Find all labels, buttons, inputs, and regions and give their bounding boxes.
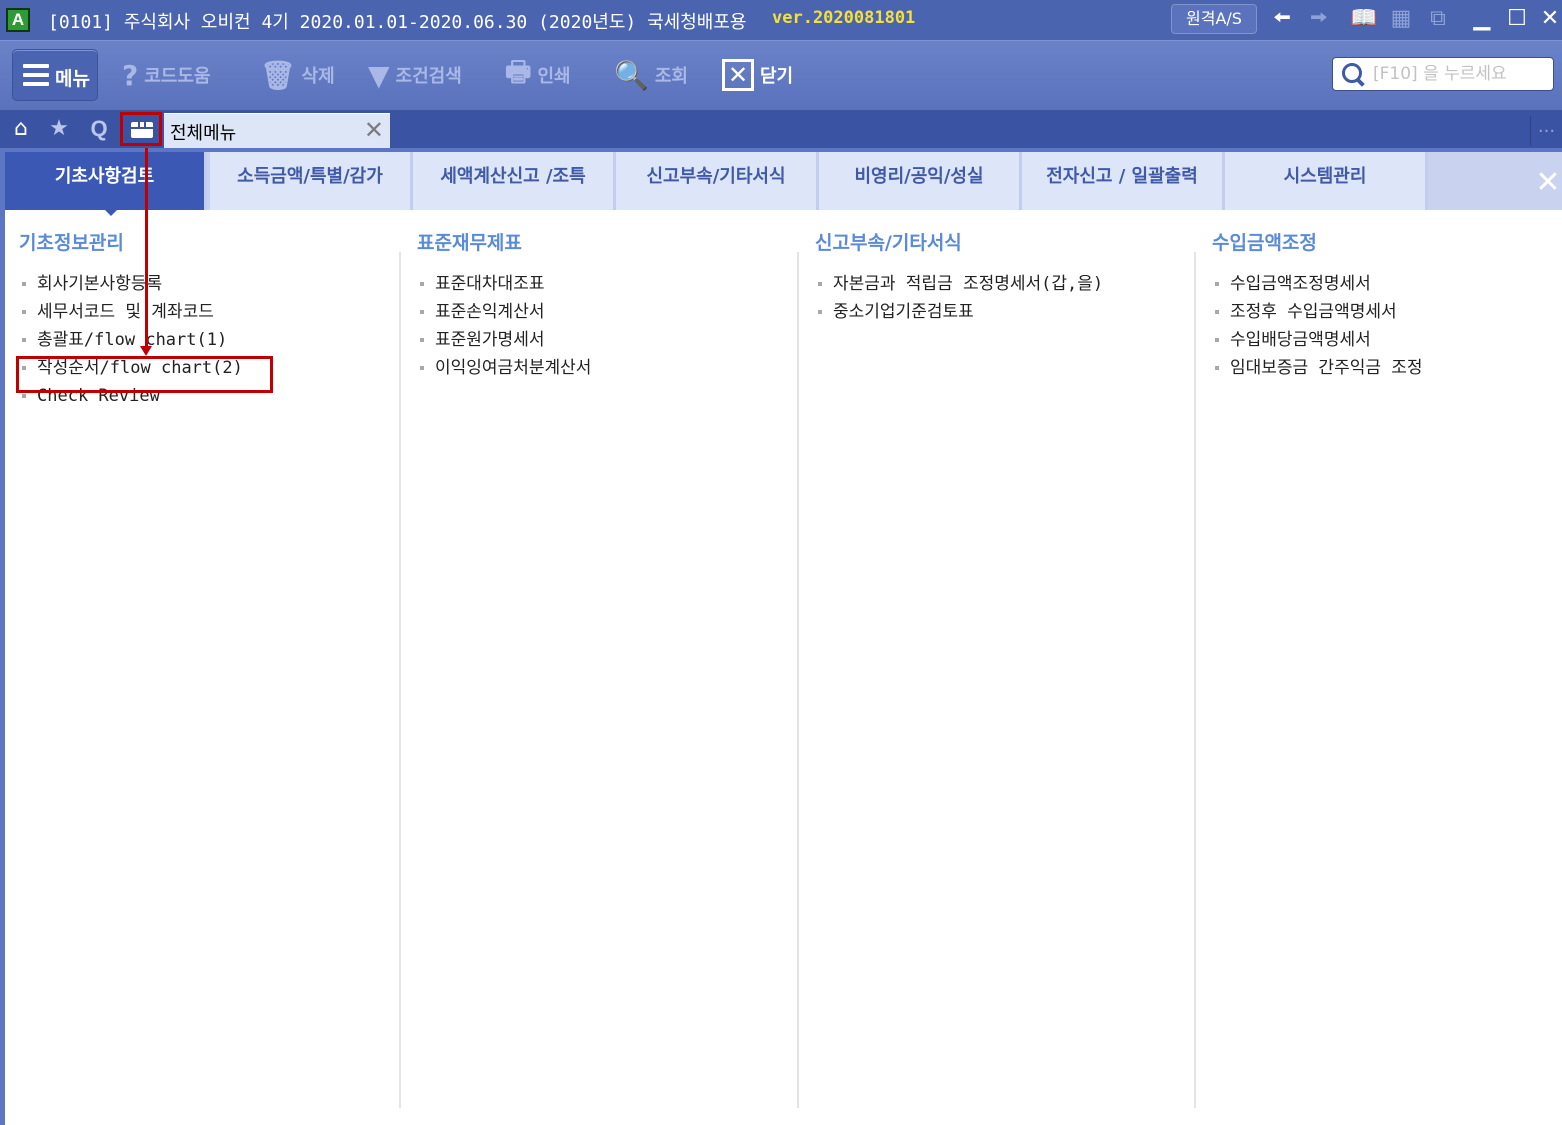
annotation-arrow-head <box>140 346 152 356</box>
forward-arrow-icon[interactable]: 🠪 <box>1305 6 1333 34</box>
menu-panel: 기초사항검토 소득금액/특별/감가 세액계산신고 /조특 신고부속/기타서식 비… <box>0 148 1562 1125</box>
maximize-icon[interactable]: ☐ <box>1503 6 1531 34</box>
menu-item-capital-adjustment[interactable]: 자본금과 적립금 조정명세서(갑,을) <box>815 270 1195 298</box>
category-tab-attachments[interactable]: 신고부속/기타서식 <box>616 152 819 210</box>
toolbar: 메뉴 ? 코드도움 🗑 삭제 ▼ 조건검색 🖶 인쇄 🔍 조회 ✕ 닫기 <box>0 40 1562 110</box>
menu-item-retained-earnings[interactable]: 이익잉여금처분계산서 <box>417 354 797 382</box>
menu-item-company-info[interactable]: 회사기본사항등록 <box>19 270 399 298</box>
menu-button[interactable]: 메뉴 <box>12 49 98 101</box>
category-tab-system[interactable]: 시스템관리 <box>1225 152 1428 210</box>
menu-item-cost-statement[interactable]: 표준원가명세서 <box>417 326 797 354</box>
delete-button[interactable]: 🗑 삭제 <box>260 55 335 95</box>
column-divider <box>797 252 799 1108</box>
app-logo-icon: A <box>6 8 30 32</box>
menu-item-revenue-adjustment[interactable]: 수입금액조정명세서 <box>1212 270 1557 298</box>
tab-strip: ⌂ ★ Q 전체메뉴 ✕ <box>0 110 1562 148</box>
version-label: ver.2020081801 <box>772 8 916 28</box>
code-help-label: 코드도움 <box>144 66 211 87</box>
home-icon[interactable]: ⌂ <box>4 114 38 144</box>
category-tab-tax-calc[interactable]: 세액계산신고 /조특 <box>413 152 616 210</box>
menu-item-income-statement[interactable]: 표준손익계산서 <box>417 298 797 326</box>
back-arrow-icon[interactable]: 🠨 <box>1268 6 1296 34</box>
star-icon[interactable]: ★ <box>42 114 76 144</box>
column-divider <box>399 252 401 1108</box>
category-tab-income[interactable]: 소득금액/특별/감가 <box>210 152 413 210</box>
title-bar: A [0101] 주식회사 오비컨 4기 2020.01.01-2020.06.… <box>0 0 1562 40</box>
category-tab-e-filing[interactable]: 전자신고 / 일괄출력 <box>1022 152 1225 210</box>
all-menu-icon[interactable] <box>120 112 162 146</box>
column-divider <box>1194 252 1196 1108</box>
tab-all-menu-label: 전체메뉴 <box>170 123 237 144</box>
search-q-icon[interactable]: Q <box>82 114 116 144</box>
tab-close-icon[interactable]: ✕ <box>364 116 384 144</box>
window-icon[interactable]: ⧉ <box>1424 6 1452 34</box>
filter-icon: ▼ <box>368 58 390 92</box>
category-tab-basic[interactable]: 기초사항검토 <box>5 152 207 210</box>
print-label: 인쇄 <box>537 66 571 87</box>
filter-search-button[interactable]: ▼ 조건검색 <box>368 55 462 95</box>
column-title: 표준재무제표 <box>417 232 522 254</box>
remote-as-button[interactable]: 원격A/S <box>1171 4 1257 34</box>
close-icon[interactable]: ✕ <box>1536 6 1562 34</box>
window-title: [0101] 주식회사 오비컨 4기 2020.01.01-2020.06.30… <box>48 12 747 33</box>
annotation-arrow-line <box>145 148 148 348</box>
grid-icon[interactable]: ▦ <box>1387 6 1415 34</box>
annotation-highlight-box <box>16 356 273 393</box>
search-input[interactable] <box>1373 64 1553 84</box>
menu-item-dividend-revenue[interactable]: 수입배당금액명세서 <box>1212 326 1557 354</box>
column-attachments: 신고부속/기타서식 자본금과 적립금 조정명세서(갑,을) 중소기업기준검토표 <box>815 228 1195 1108</box>
tab-all-menu[interactable]: 전체메뉴 ✕ <box>164 113 390 148</box>
menu-item-tax-office-code[interactable]: 세무서코드 및 계좌코드 <box>19 298 399 326</box>
trash-icon: 🗑 <box>260 58 296 92</box>
panel-close-icon[interactable]: ✕ <box>1535 168 1561 198</box>
filter-search-label: 조건검색 <box>395 66 462 87</box>
category-tab-nonprofit[interactable]: 비영리/공익/성실 <box>819 152 1022 210</box>
inquiry-button[interactable]: 🔍 조회 <box>614 55 688 95</box>
menu-item-flow-chart-1[interactable]: 총괄표/flow chart(1) <box>19 326 399 354</box>
menu-search-box[interactable] <box>1332 57 1554 91</box>
column-title: 수입금액조정 <box>1212 232 1317 254</box>
code-help-button[interactable]: ? 코드도움 <box>122 55 211 95</box>
minimize-icon[interactable]: ▁ <box>1468 6 1496 34</box>
search-icon <box>1339 60 1367 88</box>
column-title: 기초정보관리 <box>19 232 124 254</box>
menu-item-balance-sheet[interactable]: 표준대차대조표 <box>417 270 797 298</box>
magnifier-page-icon: 🔍 <box>614 58 649 92</box>
more-icon[interactable]: ... <box>1530 116 1562 146</box>
question-icon: ? <box>122 58 139 92</box>
menu-item-rental-deposit[interactable]: 임대보증금 간주익금 조정 <box>1212 354 1557 382</box>
hamburger-icon <box>23 64 49 86</box>
menu-item-adjusted-revenue[interactable]: 조정후 수입금액명세서 <box>1212 298 1557 326</box>
print-button[interactable]: 🖶 인쇄 <box>505 55 571 95</box>
column-title: 신고부속/기타서식 <box>815 232 962 254</box>
category-bar: 기초사항검토 소득금액/특별/감가 세액계산신고 /조특 신고부속/기타서식 비… <box>5 148 1562 210</box>
close-button[interactable]: ✕ 닫기 <box>722 55 793 95</box>
close-box-icon: ✕ <box>722 59 754 91</box>
menu-item-sme-review[interactable]: 중소기업기준검토표 <box>815 298 1195 326</box>
column-financial-statements: 표준재무제표 표준대차대조표 표준손익계산서 표준원가명세서 이익잉여금처분계산… <box>417 228 797 1108</box>
close-label: 닫기 <box>760 66 794 87</box>
menu-label: 메뉴 <box>55 68 90 90</box>
book-icon[interactable]: 📖 <box>1350 6 1378 34</box>
delete-label: 삭제 <box>301 66 335 87</box>
column-revenue-adjustment: 수입금액조정 수입금액조정명세서 조정후 수입금액명세서 수입배당금액명세서 임… <box>1212 228 1557 1108</box>
inquiry-label: 조회 <box>654 66 688 87</box>
active-tab-pointer <box>101 206 121 216</box>
printer-icon: 🖶 <box>505 55 532 88</box>
